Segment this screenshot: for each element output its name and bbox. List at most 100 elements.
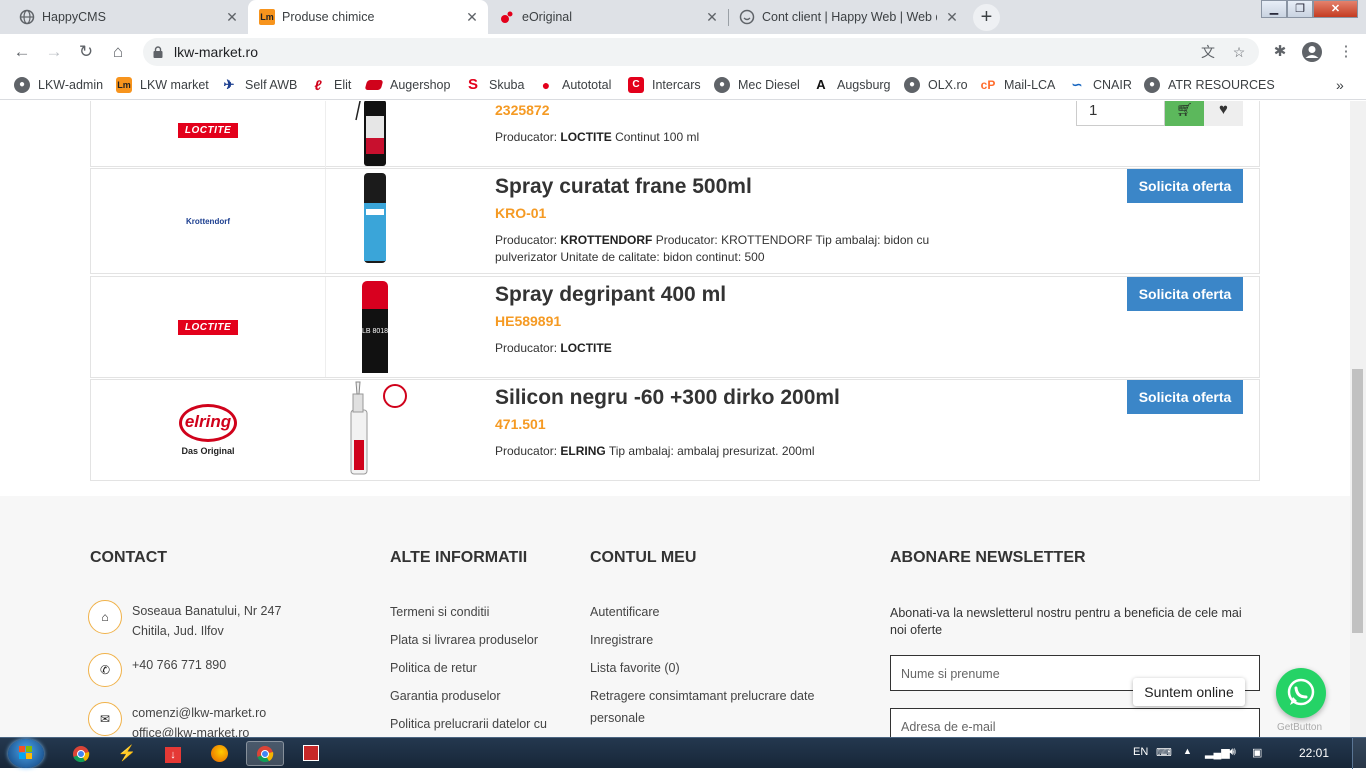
product-image[interactable]: LB 8018 (325, 277, 425, 377)
intercars-icon: C (628, 77, 644, 93)
footer-link[interactable]: Inregistrare (590, 633, 653, 647)
email-input[interactable]: Adresa de e-mail (890, 708, 1260, 737)
translate-icon[interactable]: 文 (1199, 43, 1217, 61)
cpanel-icon: cP (980, 78, 996, 92)
tab-title: Cont client | Happy Web | Web d (762, 10, 937, 24)
bookmark-intercars[interactable]: C Intercars (628, 76, 701, 94)
signal-icon[interactable]: ▂▄▆ (1205, 746, 1230, 759)
close-tab-icon[interactable]: ✕ (464, 9, 480, 25)
product-code[interactable]: 471.501 (495, 416, 546, 432)
app-icon: ⚡ (117, 745, 137, 762)
bookmark-augsburg[interactable]: A Augsburg (813, 76, 890, 94)
tray-expand-icon[interactable]: ▲ (1183, 746, 1192, 756)
taskbar-app[interactable]: ⚡ (108, 741, 146, 766)
footer-link[interactable]: Politica de retur (390, 661, 477, 675)
forward-icon[interactable]: → (41, 39, 67, 65)
close-tab-icon[interactable]: ✕ (944, 9, 960, 25)
bookmark-mail-lca[interactable]: cP Mail-LCA (980, 76, 1056, 94)
maximize-button[interactable]: ❐ (1287, 0, 1313, 18)
chat-status-label[interactable]: Suntem online (1133, 678, 1245, 706)
email-link[interactable]: comenzi@lkw-market.ro (132, 703, 266, 723)
tab-eoriginal[interactable]: eOriginal ✕ (488, 0, 728, 34)
star-icon[interactable]: ☆ (1230, 43, 1248, 61)
home-icon[interactable]: ⌂ (105, 39, 131, 65)
awb-icon: ✈ (223, 77, 235, 92)
footer-link[interactable]: Garantia produselor (390, 689, 500, 703)
product-code[interactable]: HE589891 (495, 313, 561, 329)
footer-link[interactable]: Autentificare (590, 605, 659, 619)
request-offer-button[interactable]: Solicita oferta (1127, 169, 1243, 203)
footer-link[interactable]: Plata si livrarea produselor (390, 633, 538, 647)
avatar[interactable] (1300, 40, 1324, 64)
clock[interactable]: 22:01 (1299, 746, 1329, 760)
show-desktop-button[interactable] (1352, 738, 1366, 769)
bookmark-olx[interactable]: ● OLX.ro (904, 76, 968, 94)
volume-icon[interactable]: 🔊︎ (1229, 746, 1236, 759)
back-icon[interactable]: ← (9, 39, 35, 65)
email-link[interactable]: office@lkw-market.ro (132, 723, 266, 737)
footer-link[interactable]: Lista favorite (0) (590, 661, 680, 675)
product-code[interactable]: 2325872 (495, 102, 550, 118)
bookmark-skuba[interactable]: S Skuba (465, 76, 524, 94)
lm-icon: Lm (259, 9, 275, 25)
product-name[interactable]: Spray degripant 400 ml (495, 283, 726, 307)
taskbar-download[interactable]: ↓ (154, 741, 192, 766)
footer-link[interactable]: Politica prelucrarii datelor cu (390, 717, 547, 731)
page-scrollbar[interactable] (1350, 101, 1366, 737)
product-name[interactable]: Silicon negru -60 +300 dirko 200ml (495, 386, 840, 410)
bookmark-self-awb[interactable]: ✈ Self AWB (221, 76, 298, 94)
more-bookmarks-icon[interactable]: » (1336, 76, 1344, 94)
close-window-button[interactable]: ✕ (1313, 0, 1358, 18)
info-heading: ALTE INFORMATII (390, 549, 528, 566)
taskbar-app2[interactable] (292, 741, 330, 766)
product-image[interactable] (325, 169, 425, 273)
contact-heading: CONTACT (90, 549, 168, 566)
extensions-icon[interactable]: ✱ (1268, 40, 1292, 64)
product-image[interactable] (325, 101, 425, 168)
eoriginal-icon (501, 11, 513, 23)
bookmark-elit[interactable]: ℓ Elit (310, 76, 351, 94)
bookmark-augershop[interactable]: Augershop (364, 76, 450, 94)
taskbar-firefox[interactable] (200, 741, 238, 766)
footer-link[interactable]: Retragere consimtamant prelucrare date (590, 689, 814, 703)
taskbar-chrome-active[interactable] (246, 741, 284, 766)
tray-app-icon[interactable]: ▣ (1252, 746, 1262, 759)
quantity-input[interactable]: 1 (1076, 101, 1165, 126)
close-tab-icon[interactable]: ✕ (224, 9, 240, 25)
product-name[interactable]: Spray curatat frane 500ml (495, 175, 752, 199)
tab-happycms[interactable]: HappyCMS ✕ (8, 0, 248, 34)
footer-link[interactable]: Termeni si conditii (390, 605, 489, 619)
tab-cont-client[interactable]: Cont client | Happy Web | Web d ✕ (728, 0, 968, 34)
tab-produse-chimice[interactable]: Lm Produse chimice ✕ (248, 0, 488, 34)
product-code[interactable]: KRO-01 (495, 205, 546, 221)
scrollbar-thumb[interactable] (1352, 369, 1363, 633)
add-to-favorites-button[interactable]: ♥ (1204, 101, 1243, 126)
address-bar[interactable]: lkw-market.ro 文 ☆ (143, 38, 1259, 66)
bookmark-lkw-market[interactable]: Lm LKW market (116, 76, 209, 94)
phone-number[interactable]: +40 766 771 890 (132, 655, 226, 675)
footer-link[interactable]: personale (590, 711, 645, 725)
bookmark-autototal[interactable]: ● Autototal (538, 76, 612, 94)
taskbar-chrome[interactable] (62, 741, 100, 766)
getbutton-credit[interactable]: GetButton (1277, 722, 1322, 733)
close-tab-icon[interactable]: ✕ (704, 9, 720, 25)
request-offer-button[interactable]: Solicita oferta (1127, 380, 1243, 414)
bookmark-lkw-admin[interactable]: ● LKW-admin (14, 76, 103, 94)
bookmark-mec-diesel[interactable]: ● Mec Diesel (714, 76, 800, 94)
start-button[interactable] (8, 739, 44, 768)
language-indicator[interactable]: EN (1133, 746, 1148, 758)
add-to-cart-button[interactable]: 🛒︎ (1165, 101, 1204, 126)
new-tab-button[interactable]: + (973, 4, 1000, 31)
whatsapp-button[interactable] (1276, 668, 1326, 718)
request-offer-button[interactable]: Solicita oferta (1127, 277, 1243, 311)
product-description: Producator: LOCTITE Continut 100 ml (495, 130, 700, 144)
minimize-button[interactable]: ▁ (1261, 0, 1287, 18)
bookmark-cnair[interactable]: ∽ CNAIR (1069, 76, 1132, 94)
product-image[interactable] (325, 380, 425, 480)
bookmarks-bar: ● LKW-admin Lm LKW market ✈ Self AWB ℓ Elit … (0, 70, 1366, 100)
keyboard-icon[interactable]: ⌨ (1156, 746, 1172, 759)
bookmark-atr-resources[interactable]: ● ATR RESOURCES (1144, 76, 1275, 94)
menu-icon[interactable]: ⋮ (1334, 40, 1358, 64)
reload-icon[interactable]: ↻ (73, 39, 99, 65)
globe-icon: ● (14, 77, 30, 93)
